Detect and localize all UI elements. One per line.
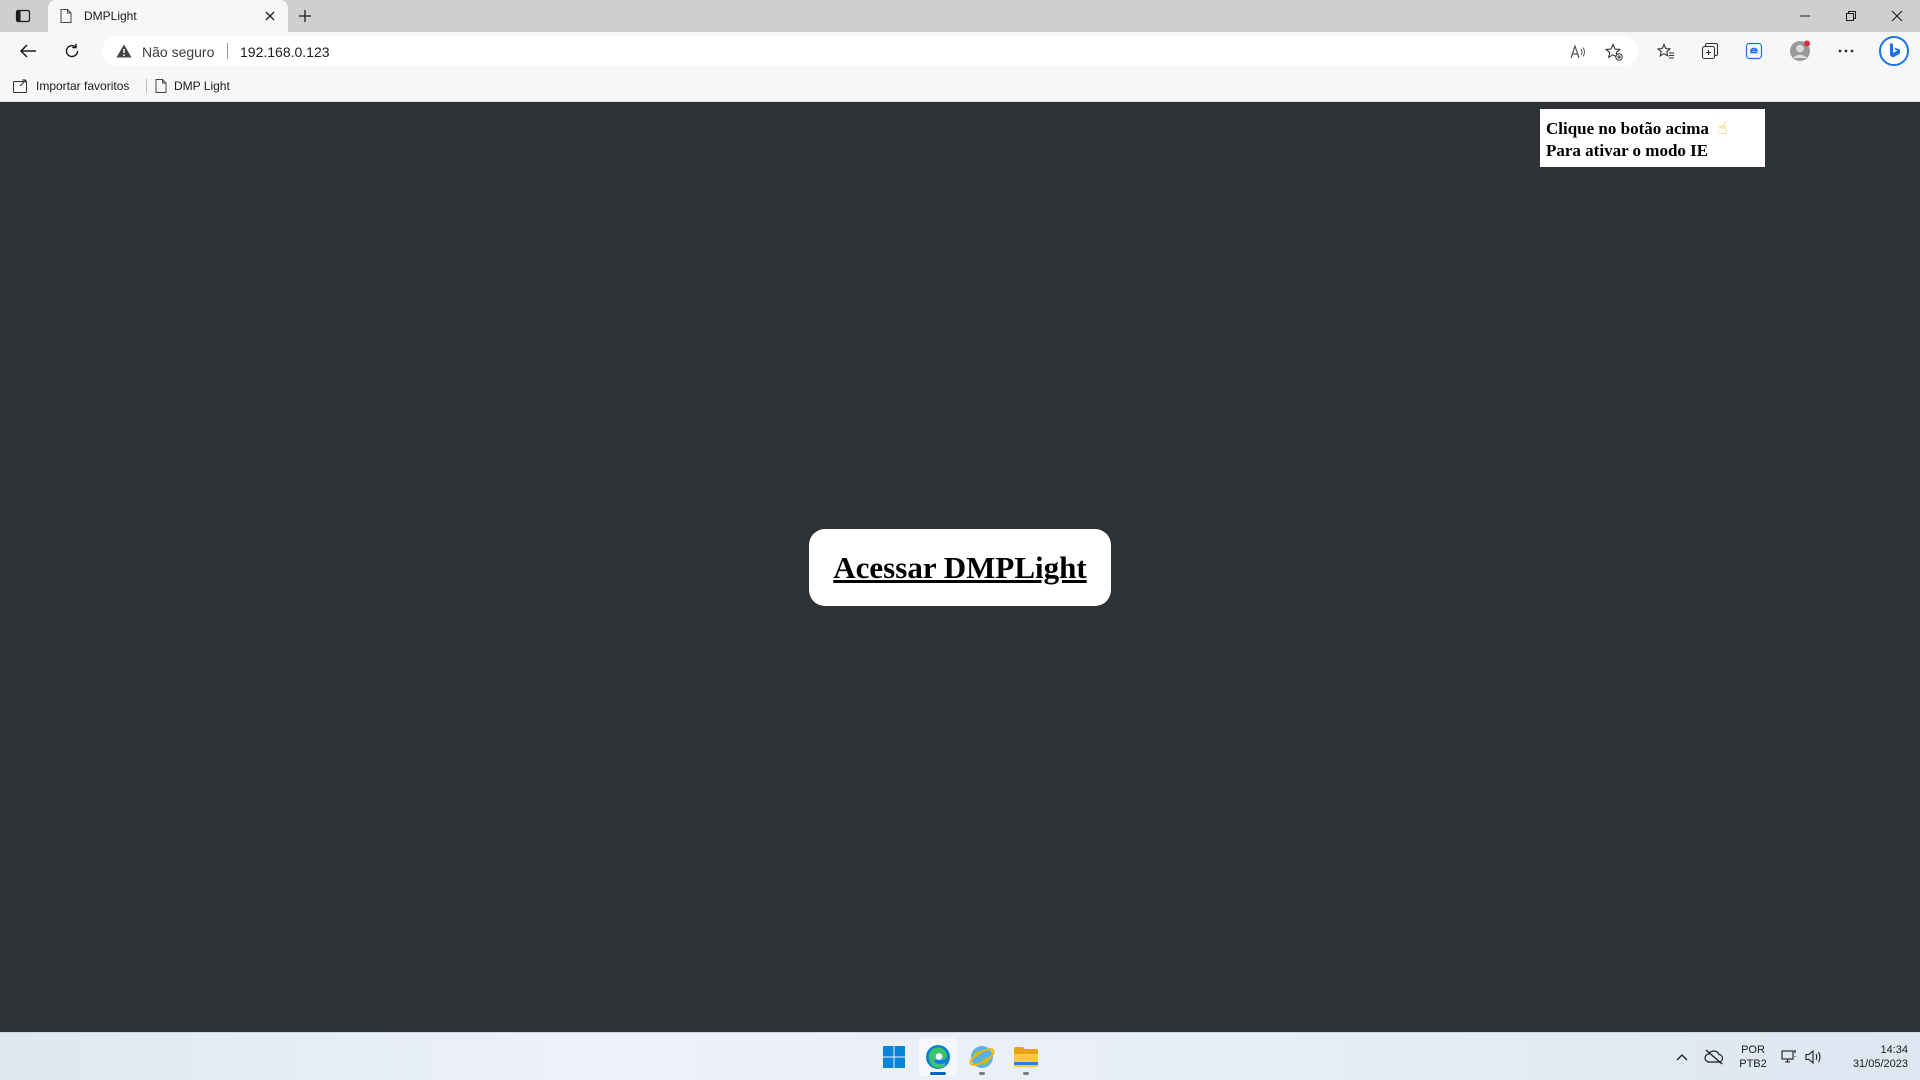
import-favorites-icon <box>13 79 27 93</box>
add-favorite-icon[interactable] <box>1603 41 1625 63</box>
close-tab-icon[interactable] <box>260 6 280 26</box>
back-button[interactable] <box>14 37 42 65</box>
import-favorites-label: Importar favoritos <box>36 79 130 93</box>
bing-chat-icon[interactable] <box>1878 35 1910 67</box>
collections-icon[interactable] <box>1696 37 1724 65</box>
running-app-indicator <box>1023 1072 1029 1075</box>
tab-strip: DMPLight <box>0 0 1920 32</box>
language-indicator[interactable]: POR PTB2 <box>1738 1043 1768 1071</box>
onedrive-offline-icon[interactable] <box>1702 1045 1726 1069</box>
volume-icon[interactable] <box>1802 1045 1826 1069</box>
minimize-button[interactable] <box>1782 0 1828 32</box>
network-icon[interactable] <box>1778 1045 1802 1069</box>
globe-app-icon <box>969 1046 995 1068</box>
taskbar-file-explorer[interactable] <box>1007 1038 1045 1076</box>
favorites-icon[interactable] <box>1652 37 1680 65</box>
page-icon <box>155 79 167 93</box>
chevron-up-icon[interactable] <box>1670 1045 1694 1069</box>
browser-toolbar: Não seguro 192.168.0.123 <box>0 32 1920 70</box>
browser-tab[interactable]: DMPLight <box>48 0 288 32</box>
favorites-bar: Importar favoritos DMP Light <box>0 70 1920 102</box>
dmp-light-favorite[interactable]: DMP Light <box>155 77 230 95</box>
pointing-up-icon: ☝ <box>1717 119 1728 139</box>
system-clock[interactable]: 14:34 31/05/2023 <box>1830 1043 1908 1071</box>
tab-title: DMPLight <box>84 9 137 23</box>
access-dmplight-link[interactable]: Acessar DMPLight <box>833 550 1086 586</box>
folder-icon <box>1014 1047 1038 1067</box>
tab-actions-icon[interactable] <box>11 5 35 27</box>
access-dmplight-button[interactable]: Acessar DMPLight <box>809 529 1111 606</box>
clock-date: 31/05/2023 <box>1852 1058 1908 1070</box>
ie-tip-line2: Para ativar o modo IE <box>1546 141 1709 160</box>
address-divider <box>227 43 228 59</box>
address-bar[interactable]: Não seguro 192.168.0.123 <box>102 36 1638 66</box>
taskbar-edge[interactable] <box>919 1038 957 1076</box>
page-icon <box>60 9 72 28</box>
ie-tip-line1: Clique no botão acima ☝ <box>1546 119 1728 139</box>
security-status[interactable]: Não seguro <box>142 44 214 60</box>
import-favorites-link[interactable]: Importar favoritos <box>13 77 129 95</box>
dmp-light-label: DMP Light <box>174 79 230 93</box>
running-app-indicator <box>979 1072 985 1075</box>
url-text[interactable]: 192.168.0.123 <box>240 44 330 60</box>
new-tab-button[interactable] <box>292 4 318 28</box>
page-content: Clique no botão acima ☝ Para ativar o mo… <box>0 102 1920 1032</box>
windows-icon <box>883 1046 905 1068</box>
ie-mode-icon[interactable] <box>1740 37 1768 65</box>
read-aloud-icon[interactable] <box>1567 41 1589 63</box>
more-options-icon[interactable] <box>1832 37 1860 65</box>
warning-icon[interactable] <box>116 44 132 63</box>
taskbar-ie-app[interactable] <box>963 1038 1001 1076</box>
refresh-button[interactable] <box>58 37 86 65</box>
window-controls <box>1782 0 1920 32</box>
profile-avatar[interactable] <box>1786 37 1814 65</box>
ie-mode-tip: Clique no botão acima ☝ Para ativar o mo… <box>1540 109 1765 167</box>
restore-button[interactable] <box>1828 0 1874 32</box>
active-app-indicator <box>930 1072 946 1075</box>
close-window-button[interactable] <box>1874 0 1920 32</box>
clock-time: 14:34 <box>1880 1044 1908 1056</box>
start-button[interactable] <box>875 1038 913 1076</box>
favorites-divider <box>146 79 147 93</box>
edge-icon <box>926 1045 950 1069</box>
taskbar: POR PTB2 14:34 31/05/2023 <box>0 1032 1920 1080</box>
